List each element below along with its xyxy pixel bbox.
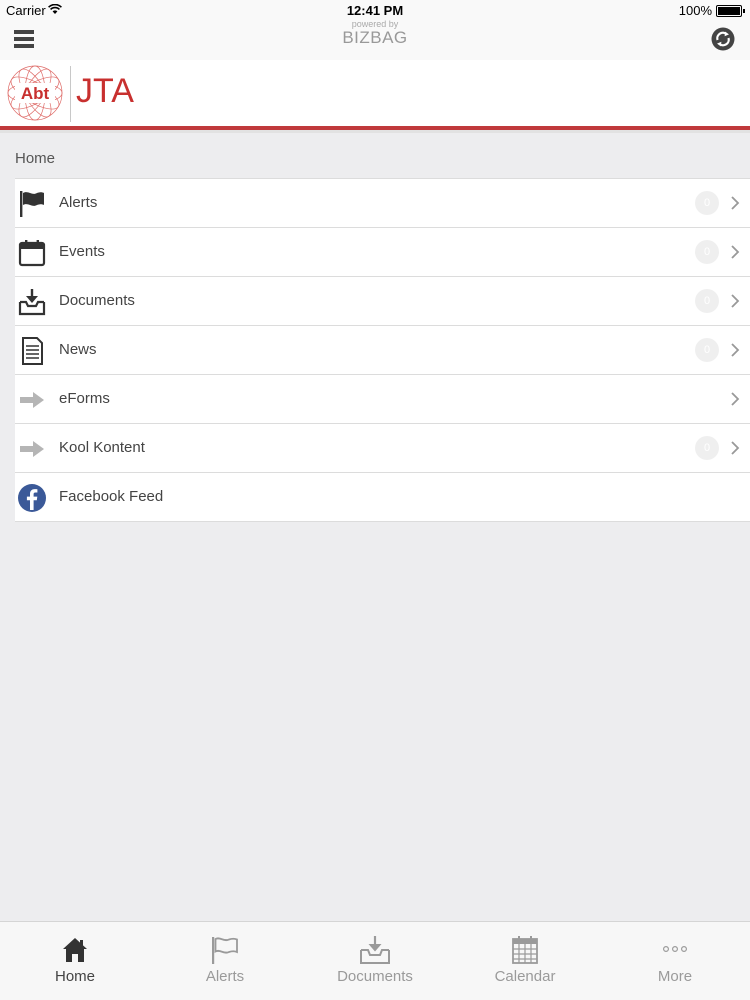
tab-label: More: [657, 968, 693, 985]
count-badge: 0: [695, 191, 719, 215]
tab-label: Calendar: [494, 968, 556, 985]
menu-item-news[interactable]: News 0: [15, 326, 750, 375]
chevron-right-icon: [731, 343, 740, 357]
tab-more[interactable]: More: [600, 922, 750, 1000]
count-badge: 0: [695, 436, 719, 460]
clock: 12:41 PM: [346, 3, 404, 18]
battery-icon: [716, 5, 745, 17]
menu-item-label: eForms: [59, 390, 110, 407]
more-dots-icon: [662, 946, 688, 953]
arrow-right-icon: [20, 392, 44, 408]
brand-label: BIZBAG: [342, 28, 408, 47]
menu-item-label: Alerts: [59, 194, 98, 211]
flag-icon: [20, 191, 44, 217]
menu-item-label: News: [59, 341, 97, 358]
calendar-icon: [18, 240, 46, 267]
menu-item-documents[interactable]: Documents 0: [15, 277, 750, 326]
tab-documents[interactable]: Documents: [300, 922, 450, 1000]
document-icon: [22, 337, 43, 365]
logo-header: Abt JTA: [0, 60, 750, 126]
home-icon: [63, 938, 87, 962]
chevron-right-icon: [731, 196, 740, 210]
arrow-right-icon: [20, 441, 44, 457]
facebook-icon: [18, 484, 46, 512]
logo-wordmark: JTA: [76, 72, 134, 110]
menu-item-label: Events: [59, 243, 105, 260]
chevron-right-icon: [731, 245, 740, 259]
count-badge: 0: [695, 289, 719, 313]
chevron-right-icon: [731, 294, 740, 308]
tab-bar: Home Alerts Documents Calendar More: [0, 921, 750, 1000]
menu-item-eforms[interactable]: eForms: [15, 375, 750, 424]
menu-item-kool-kontent[interactable]: Kool Kontent 0: [15, 424, 750, 473]
tab-label: Alerts: [205, 968, 245, 985]
menu-list: Alerts 0 Events 0 Documents 0 News 0 eFo…: [15, 178, 750, 522]
count-badge: 0: [695, 240, 719, 264]
abt-logo-icon: Abt: [7, 65, 63, 121]
battery-percent: 100%: [678, 3, 712, 18]
tab-calendar[interactable]: Calendar: [450, 922, 600, 1000]
inbox-download-icon: [360, 936, 390, 964]
menu-item-label: Kool Kontent: [59, 439, 145, 456]
tab-home[interactable]: Home: [0, 922, 150, 1000]
count-badge: 0: [695, 338, 719, 362]
menu-item-events[interactable]: Events 0: [15, 228, 750, 277]
sync-icon[interactable]: [710, 26, 736, 52]
menu-item-label: Facebook Feed: [59, 488, 164, 505]
tab-alerts[interactable]: Alerts: [150, 922, 300, 1000]
flag-icon: [212, 937, 238, 964]
chevron-right-icon: [731, 441, 740, 455]
menu-item-alerts[interactable]: Alerts 0: [15, 179, 750, 228]
breadcrumb: Home: [15, 150, 56, 167]
menu-item-label: Documents: [59, 292, 135, 309]
inbox-download-icon: [18, 289, 46, 316]
logo-divider: [70, 66, 71, 122]
seal-text: Abt: [21, 84, 50, 103]
tab-label: Home: [54, 968, 95, 985]
tab-label: Documents: [337, 968, 413, 985]
menu-item-facebook-feed[interactable]: Facebook Feed: [15, 473, 750, 522]
calendar-grid-icon: [512, 936, 538, 964]
header-shadow-line: [0, 130, 750, 133]
nav-bar: powered by BIZBAG: [0, 19, 750, 60]
chevron-right-icon: [731, 392, 740, 406]
